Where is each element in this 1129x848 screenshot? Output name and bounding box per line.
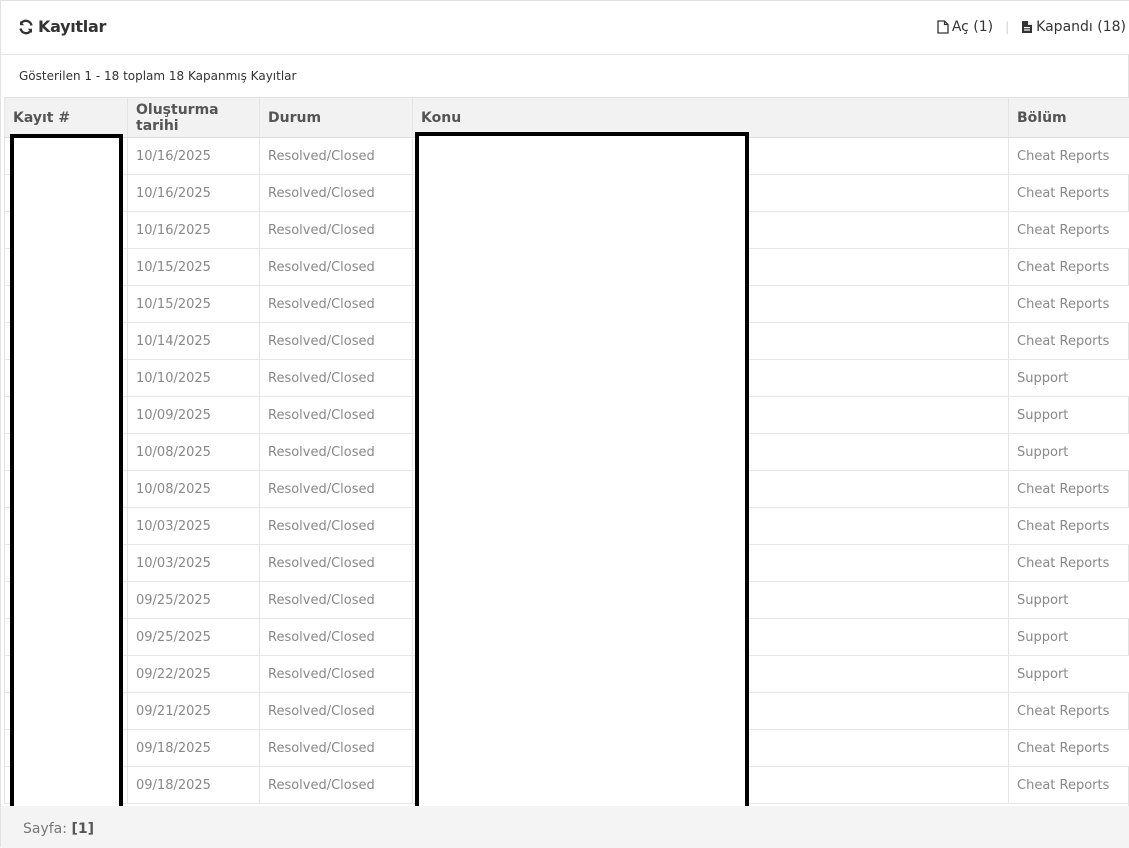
results-summary: Gösterilen 1 - 18 toplam 18 Kapanmış Kay… <box>19 69 296 83</box>
cell-created-date: 10/08/2025 <box>128 471 260 508</box>
file-text-icon <box>1021 20 1033 34</box>
cell-status: Resolved/Closed <box>260 656 413 693</box>
cell-department: Cheat Reports <box>1009 138 1129 175</box>
cell-status: Resolved/Closed <box>260 730 413 767</box>
cell-created-date: 09/22/2025 <box>128 656 260 693</box>
cell-created-date: 10/08/2025 <box>128 434 260 471</box>
cell-created-date: 10/10/2025 <box>128 360 260 397</box>
cell-department: Cheat Reports <box>1009 323 1129 360</box>
page-title: Kayıtlar <box>18 17 106 36</box>
cell-status: Resolved/Closed <box>260 360 413 397</box>
filter-closed-button[interactable]: Kapandı (18) <box>1021 19 1126 35</box>
cell-status: Resolved/Closed <box>260 582 413 619</box>
refresh-icon[interactable] <box>18 19 34 35</box>
cell-status: Resolved/Closed <box>260 545 413 582</box>
cell-status: Resolved/Closed <box>260 508 413 545</box>
cell-created-date: 10/15/2025 <box>128 286 260 323</box>
cell-department: Cheat Reports <box>1009 286 1129 323</box>
cell-created-date: 09/25/2025 <box>128 619 260 656</box>
pagination-current-page[interactable]: [1] <box>71 821 94 837</box>
cell-department: Cheat Reports <box>1009 693 1129 730</box>
cell-department: Support <box>1009 656 1129 693</box>
cell-status: Resolved/Closed <box>260 767 413 804</box>
redaction-box-ticket-numbers <box>10 134 123 816</box>
column-header-department[interactable]: Bölüm <box>1009 98 1129 138</box>
cell-department: Cheat Reports <box>1009 508 1129 545</box>
filter-open-button[interactable]: Aç (1) <box>937 19 993 35</box>
cell-created-date: 10/03/2025 <box>128 545 260 582</box>
file-outline-icon <box>937 20 949 34</box>
filter-open-label: Aç (1) <box>952 19 993 35</box>
cell-status: Resolved/Closed <box>260 471 413 508</box>
filter-closed-label: Kapandı (18) <box>1036 19 1126 35</box>
tickets-panel: Kayıtlar Aç (1) | <box>0 0 1129 847</box>
cell-created-date: 09/18/2025 <box>128 767 260 804</box>
cell-department: Cheat Reports <box>1009 767 1129 804</box>
cell-status: Resolved/Closed <box>260 286 413 323</box>
cell-department: Cheat Reports <box>1009 249 1129 286</box>
filter-separator: | <box>1005 20 1009 34</box>
ticket-filters: Aç (1) | Kapandı (18) <box>937 19 1126 35</box>
cell-created-date: 10/09/2025 <box>128 397 260 434</box>
cell-status: Resolved/Closed <box>260 212 413 249</box>
cell-created-date: 10/16/2025 <box>128 212 260 249</box>
cell-department: Support <box>1009 434 1129 471</box>
cell-department: Cheat Reports <box>1009 212 1129 249</box>
column-header-status[interactable]: Durum <box>260 98 413 138</box>
cell-created-date: 10/16/2025 <box>128 175 260 212</box>
column-header-created-date[interactable]: Oluşturma tarihi <box>128 98 260 138</box>
cell-created-date: 09/21/2025 <box>128 693 260 730</box>
cell-created-date: 10/14/2025 <box>128 323 260 360</box>
cell-department: Cheat Reports <box>1009 471 1129 508</box>
cell-department: Cheat Reports <box>1009 175 1129 212</box>
cell-status: Resolved/Closed <box>260 693 413 730</box>
cell-department: Cheat Reports <box>1009 545 1129 582</box>
cell-department: Support <box>1009 397 1129 434</box>
cell-status: Resolved/Closed <box>260 619 413 656</box>
cell-created-date: 09/18/2025 <box>128 730 260 767</box>
pagination: Sayfa: [1] <box>23 821 94 837</box>
cell-created-date: 10/03/2025 <box>128 508 260 545</box>
cell-status: Resolved/Closed <box>260 323 413 360</box>
page-title-text: Kayıtlar <box>38 17 106 36</box>
cell-status: Resolved/Closed <box>260 397 413 434</box>
cell-department: Cheat Reports <box>1009 730 1129 767</box>
cell-status: Resolved/Closed <box>260 175 413 212</box>
pagination-label: Sayfa: <box>23 821 67 837</box>
cell-department: Support <box>1009 360 1129 397</box>
cell-department: Support <box>1009 619 1129 656</box>
cell-status: Resolved/Closed <box>260 249 413 286</box>
column-header-ticket-number[interactable]: Kayıt # <box>5 98 128 138</box>
cell-status: Resolved/Closed <box>260 434 413 471</box>
panel-header: Kayıtlar Aç (1) | <box>1 1 1129 55</box>
cell-created-date: 09/25/2025 <box>128 582 260 619</box>
cell-created-date: 10/16/2025 <box>128 138 260 175</box>
table-footer: Sayfa: [1] <box>1 806 1129 848</box>
cell-department: Support <box>1009 582 1129 619</box>
cell-created-date: 10/15/2025 <box>128 249 260 286</box>
cell-status: Resolved/Closed <box>260 138 413 175</box>
redaction-box-subjects <box>415 132 749 812</box>
